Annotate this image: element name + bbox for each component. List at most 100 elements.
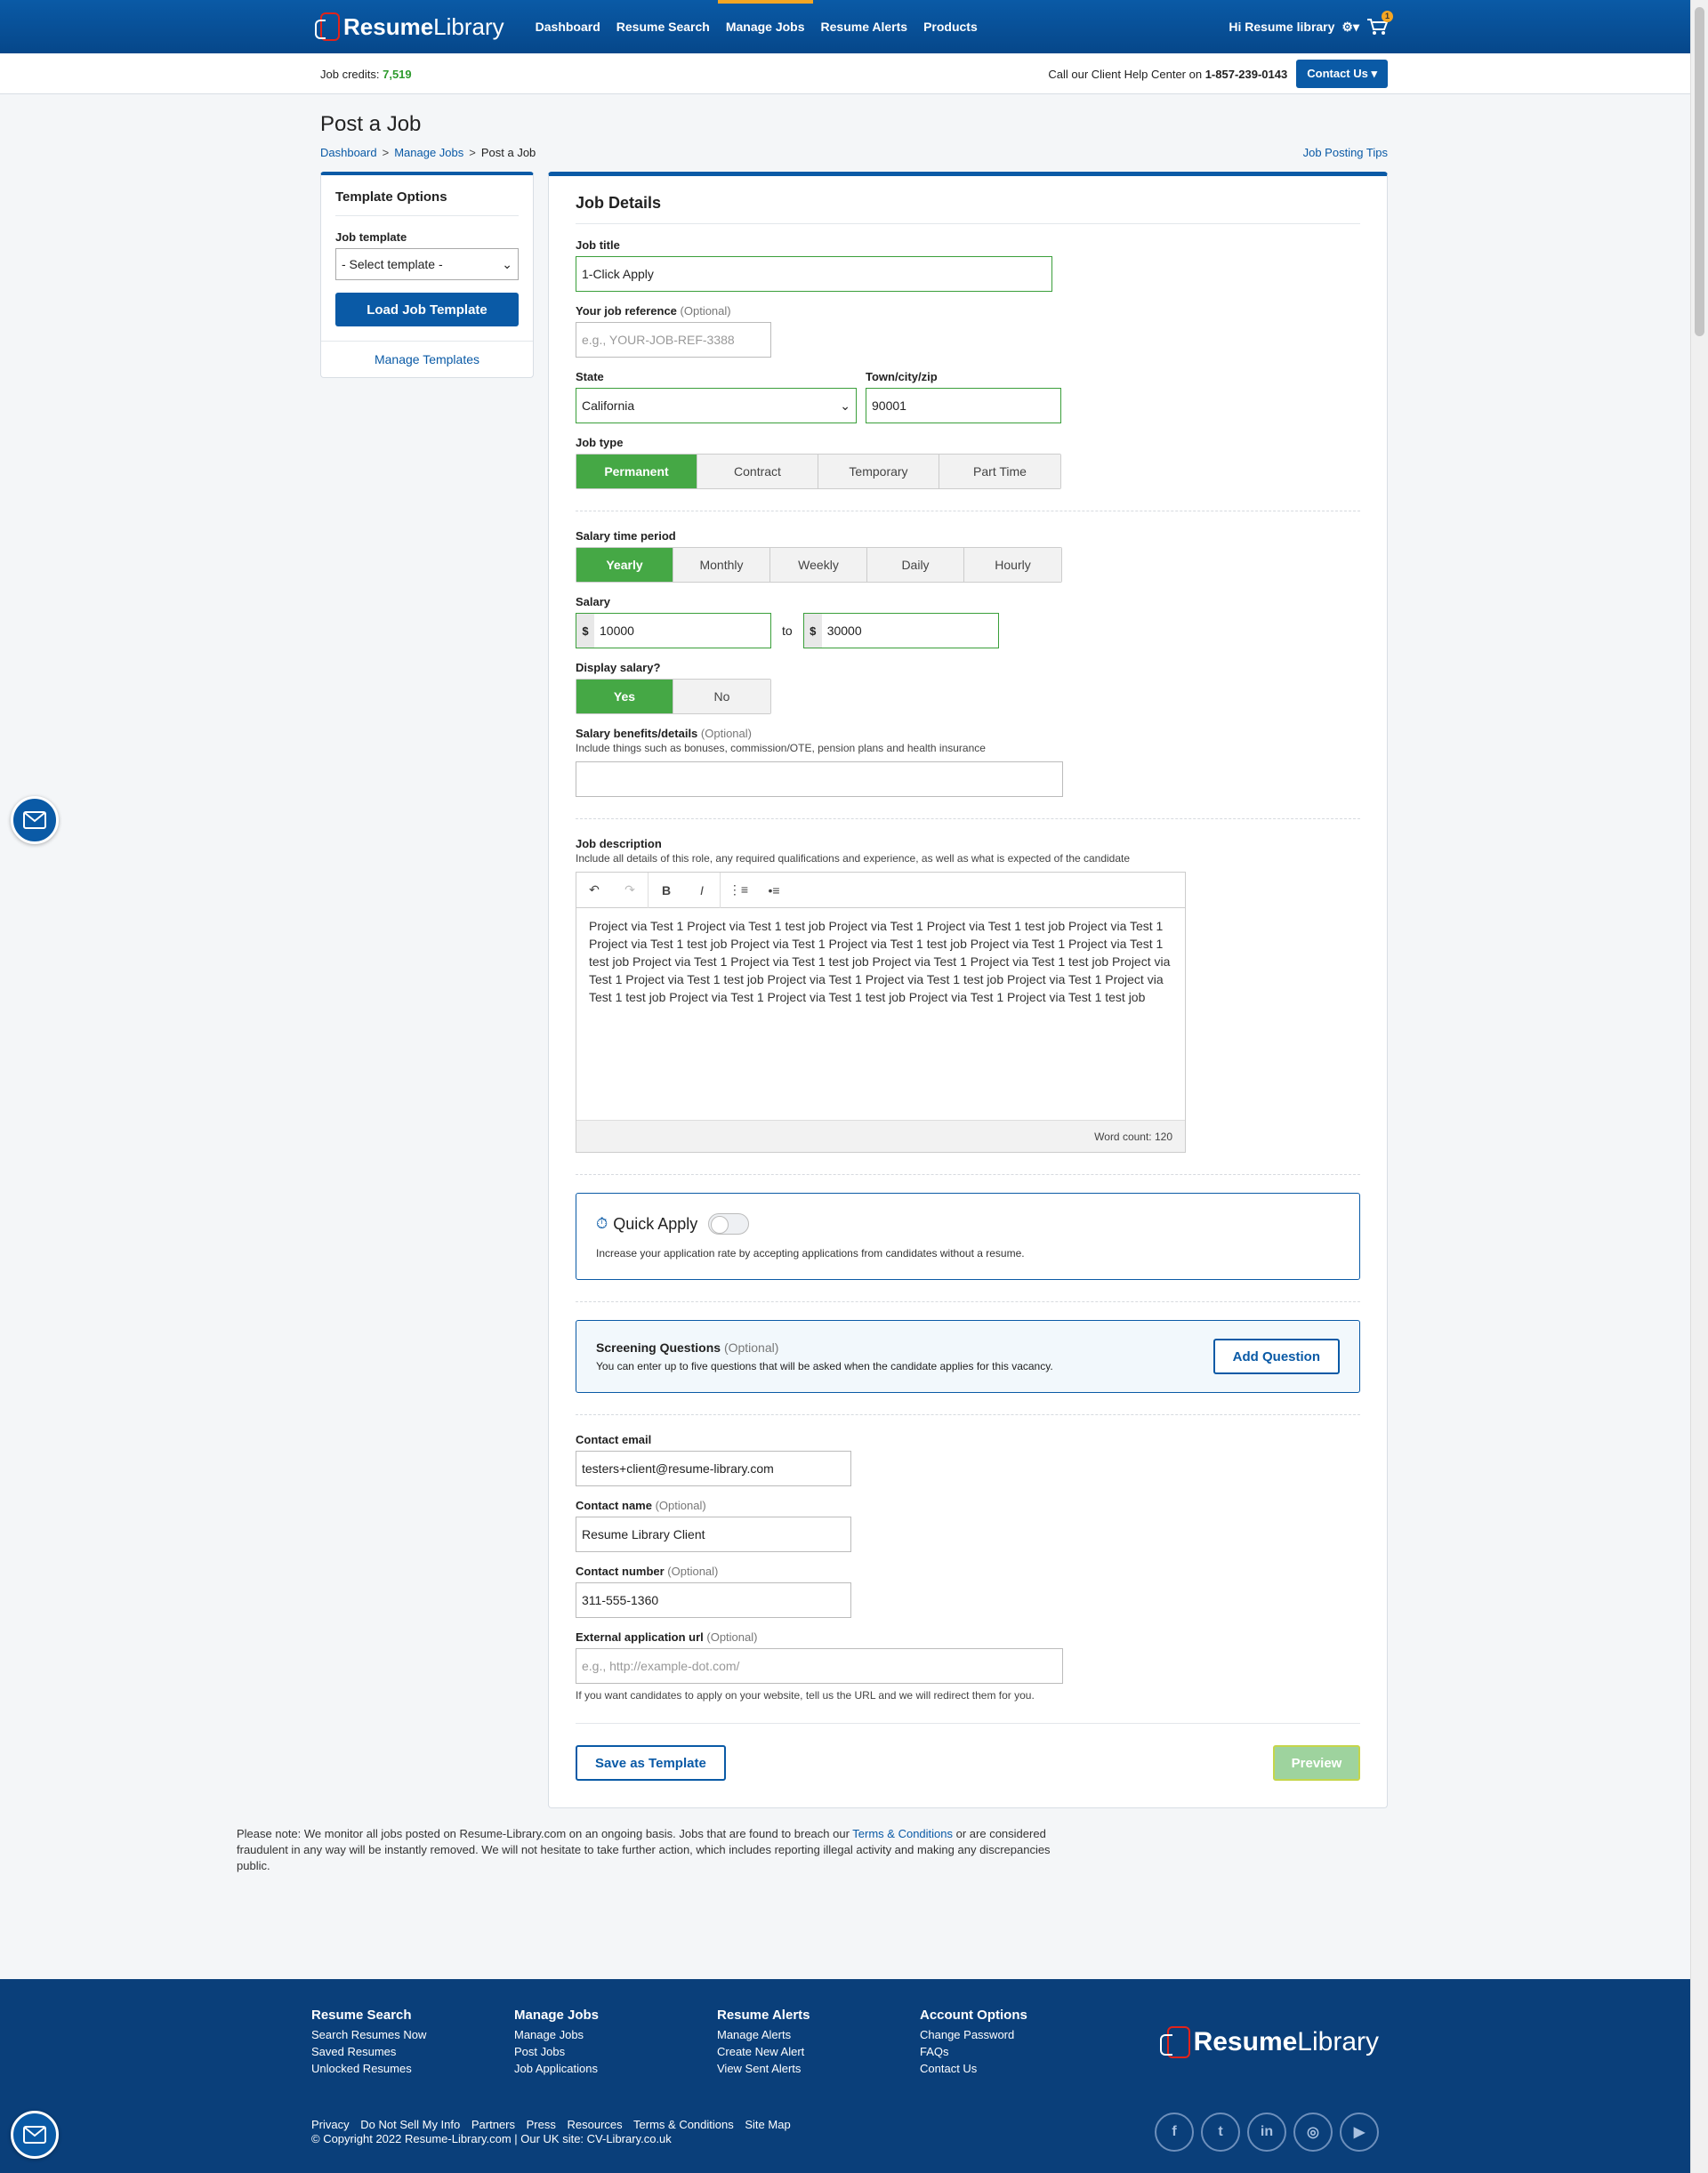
contact-name-input[interactable]: Resume Library Client [576, 1517, 851, 1552]
footer-link-partners[interactable]: Partners [471, 2118, 515, 2131]
feedback-mail-button-footer[interactable] [11, 2111, 59, 2159]
footer-link-privacy[interactable]: Privacy [311, 2118, 350, 2131]
job-type-contract[interactable]: Contract [697, 455, 818, 488]
contact-name-value: Resume Library Client [582, 1527, 705, 1541]
footer-bottom-links: Privacy Do Not Sell My Info Partners Pre… [311, 2118, 799, 2146]
nav-resume-alerts[interactable]: Resume Alerts [813, 0, 916, 53]
salary-to-input[interactable]: $30000 [802, 613, 999, 648]
period-weekly[interactable]: Weekly [770, 548, 867, 582]
display-salary-no[interactable]: No [673, 680, 770, 713]
job-posting-tips-link[interactable]: Job Posting Tips [1303, 146, 1388, 159]
chevron-down-icon: ⌄ [840, 398, 850, 413]
nav-resume-search[interactable]: Resume Search [608, 0, 718, 53]
footer-link[interactable]: FAQs [920, 2043, 1123, 2060]
quick-apply-toggle[interactable] [708, 1213, 750, 1235]
breadcrumb-manage-jobs[interactable]: Manage Jobs [394, 146, 463, 159]
footer-heading: Resume Alerts [717, 2008, 810, 2023]
manage-templates-link[interactable]: Manage Templates [375, 352, 479, 366]
footer-link[interactable]: Change Password [920, 2026, 1123, 2043]
footer-link[interactable]: Job Applications [514, 2060, 717, 2077]
footer-link-press[interactable]: Press [527, 2118, 556, 2131]
benefits-input[interactable] [576, 761, 1063, 797]
resume-library-logo[interactable]: Resume Library [315, 12, 504, 41]
job-description-text[interactable]: Project via Test 1 Project via Test 1 te… [576, 908, 1185, 1120]
footer-link[interactable]: Search Resumes Now [311, 2026, 514, 2043]
italic-icon[interactable]: I [684, 883, 720, 897]
state-select[interactable]: California ⌄ [576, 388, 857, 423]
user-greeting[interactable]: Hi Resume library [1229, 20, 1334, 34]
footer-link[interactable]: View Sent Alerts [717, 2060, 920, 2077]
template-options-title: Template Options [335, 189, 519, 216]
word-count: Word count: 120 [576, 1120, 1185, 1152]
job-title-input[interactable]: 1-Click Apply [576, 256, 1052, 292]
footer-link-site-map[interactable]: Site Map [745, 2118, 790, 2131]
period-daily[interactable]: Daily [867, 548, 964, 582]
dollar-icon: $ [803, 614, 822, 648]
footer-link[interactable]: Unlocked Resumes [311, 2060, 514, 2077]
nav-products[interactable]: Products [915, 0, 986, 53]
nav-dashboard[interactable]: Dashboard [528, 0, 608, 53]
period-hourly[interactable]: Hourly [964, 548, 1061, 582]
display-salary-toggle: Yes No [576, 679, 771, 714]
page-scrollbar[interactable] [1690, 0, 1708, 2173]
job-type-temporary[interactable]: Temporary [818, 455, 939, 488]
footer-link-do-not-sell[interactable]: Do Not Sell My Info [360, 2118, 460, 2131]
external-url-input[interactable]: e.g., http://example-dot.com/ [576, 1648, 1063, 1684]
youtube-icon[interactable]: ▶ [1340, 2113, 1379, 2152]
footer-link[interactable]: Manage Jobs [514, 2026, 717, 2043]
preview-button[interactable]: Preview [1273, 1745, 1360, 1781]
footer-link-terms[interactable]: Terms & Conditions [633, 2118, 734, 2131]
facebook-icon[interactable]: f [1155, 2113, 1194, 2152]
nav-manage-jobs[interactable]: Manage Jobs [717, 0, 813, 53]
job-template-select[interactable]: - Select template - ⌄ [335, 248, 519, 280]
footer-logo[interactable]: Resume Library [1159, 2008, 1379, 2077]
chevron-right-icon: > [469, 146, 476, 159]
instagram-icon[interactable]: ◎ [1293, 2113, 1333, 2152]
numbered-list-icon[interactable]: ⋮≡ [721, 882, 756, 897]
linkedin-icon[interactable]: in [1247, 2113, 1286, 2152]
contact-name-label: Contact name (Optional) [576, 1499, 1360, 1512]
contact-number-input[interactable]: 311-555-1360 [576, 1582, 851, 1618]
footer-heading: Manage Jobs [514, 2008, 600, 2023]
footer-link[interactable]: Post Jobs [514, 2043, 717, 2060]
scrollbar-thumb[interactable] [1695, 7, 1704, 336]
main-nav: Dashboard Resume Search Manage Jobs Resu… [528, 0, 986, 53]
display-salary-yes[interactable]: Yes [576, 680, 673, 713]
section-divider [576, 1414, 1360, 1415]
footer-col-resume-alerts: Resume Alerts Manage Alerts Create New A… [717, 2008, 920, 2077]
redo-icon[interactable]: ↷ [612, 882, 648, 897]
job-type-permanent[interactable]: Permanent [576, 455, 697, 488]
footer-link[interactable]: Manage Alerts [717, 2026, 920, 2043]
footer-link[interactable]: Saved Resumes [311, 2043, 514, 2060]
job-credits-label: Job credits: [320, 67, 380, 81]
job-credits: Job credits: 7,519 [320, 68, 412, 81]
external-url-placeholder: e.g., http://example-dot.com/ [582, 1659, 740, 1673]
add-question-button[interactable]: Add Question [1213, 1339, 1340, 1374]
bulleted-list-icon[interactable]: •≡ [756, 883, 792, 897]
period-yearly[interactable]: Yearly [576, 548, 673, 582]
period-monthly[interactable]: Monthly [673, 548, 770, 582]
job-type-part-time[interactable]: Part Time [939, 455, 1060, 488]
job-reference-input[interactable]: e.g., YOUR-JOB-REF-3388 [576, 322, 771, 358]
contact-us-button[interactable]: Contact Us ▾ [1296, 60, 1388, 88]
footer-link-resources[interactable]: Resources [568, 2118, 623, 2131]
cart-icon[interactable]: 1 [1366, 11, 1393, 36]
load-job-template-button[interactable]: Load Job Template [335, 293, 519, 326]
display-salary-label: Display salary? [576, 661, 661, 674]
salary-from-input[interactable]: $10000 [576, 613, 771, 648]
footer-link[interactable]: Contact Us [920, 2060, 1123, 2077]
bold-icon[interactable]: B [649, 883, 684, 897]
breadcrumb-dashboard[interactable]: Dashboard [320, 146, 377, 159]
town-label: Town/city/zip [866, 370, 938, 383]
town-input[interactable]: 90001 [866, 388, 1061, 423]
undo-icon[interactable]: ↶ [576, 882, 612, 897]
save-as-template-button[interactable]: Save as Template [576, 1745, 726, 1781]
terms-conditions-link[interactable]: Terms & Conditions [852, 1827, 953, 1840]
gear-icon[interactable]: ⚙▾ [1341, 20, 1359, 35]
contact-email-input[interactable]: testers+client@resume-library.com [576, 1451, 851, 1486]
credits-bar: Job credits: 7,519 Call our Client Help … [0, 53, 1708, 94]
footer-link[interactable]: Create New Alert [717, 2043, 920, 2060]
twitter-icon[interactable]: t [1201, 2113, 1240, 2152]
job-reference-placeholder: e.g., YOUR-JOB-REF-3388 [582, 333, 735, 347]
feedback-mail-button[interactable] [11, 796, 59, 844]
